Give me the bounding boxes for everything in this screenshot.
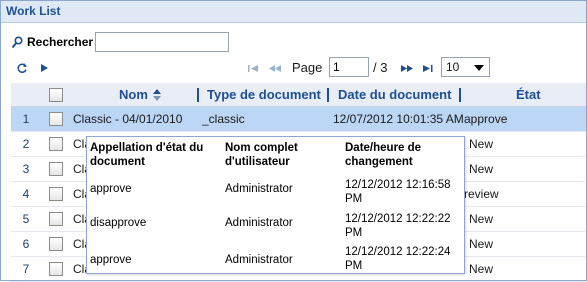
refresh-icon[interactable] <box>13 58 31 78</box>
popup-cell-date: 12/12/2012 12:16:58 <box>345 179 451 191</box>
sort-icon[interactable] <box>153 89 161 101</box>
row-state: approve <box>464 112 508 126</box>
row-number: 3 <box>22 162 30 176</box>
row-state: New <box>469 162 494 176</box>
chevron-down-icon <box>474 65 484 71</box>
popup-header-date: Date/heure de <box>345 142 422 154</box>
popup-cell-state: approve <box>90 183 132 195</box>
row-number: 7 <box>22 262 30 276</box>
pager-toolbar: Page / 3 <box>1 56 586 80</box>
row-number: 2 <box>22 137 30 151</box>
column-header-doc-type[interactable]: Type de document <box>207 83 321 107</box>
column-header-name[interactable]: Nom <box>119 83 148 107</box>
last-page-icon[interactable] <box>419 58 435 78</box>
table-header: Nom Type de document Date du document Ét… <box>11 83 586 107</box>
popup-cell-user: Administrator <box>225 183 293 195</box>
row-state: New <box>469 137 494 151</box>
popup-cell-date: 12/12/2012 12:22:24 <box>345 246 451 258</box>
row-number: 1 <box>22 112 30 126</box>
row-doc-date: 12/07/2012 10:01:35 AM <box>333 112 463 126</box>
column-header-state[interactable]: État <box>516 83 541 107</box>
row-checkbox[interactable] <box>49 137 63 151</box>
search-label: Rechercher <box>27 35 94 49</box>
panel-title: Work List <box>6 4 61 18</box>
worklist-panel: Work List Rechercher Page / 3 1 10 Nom T… <box>0 0 587 282</box>
panel-titlebar: Work List <box>1 1 586 23</box>
page-size-select[interactable]: 10 <box>441 57 490 77</box>
page-total: / 3 <box>373 60 388 75</box>
popup-cell-date: 12/12/2012 12:22:22 <box>345 213 451 225</box>
popup-header-date-2: changement <box>345 156 413 168</box>
popup-cell-state: approve <box>90 254 132 266</box>
popup-cell-date-2: PM <box>345 227 363 239</box>
popup-header-user: Nom complet <box>225 142 298 154</box>
play-icon[interactable] <box>37 58 51 78</box>
popup-cell-date-2: PM <box>345 193 363 205</box>
column-header-doc-date[interactable]: Date du document <box>338 83 451 107</box>
popup-cell-user: Administrator <box>225 217 293 229</box>
column-separator[interactable] <box>197 88 199 102</box>
row-doc-type: _classic <box>202 112 245 126</box>
column-separator[interactable] <box>459 88 461 102</box>
search-row: Rechercher <box>11 32 230 52</box>
popup-cell-user: Administrator <box>225 254 293 266</box>
prev-page-icon[interactable] <box>266 58 284 78</box>
row-name[interactable]: Classic - 04/01/2010 <box>73 107 193 132</box>
row-checkbox[interactable] <box>49 237 63 251</box>
column-separator[interactable] <box>327 88 329 102</box>
search-input[interactable] <box>95 32 230 52</box>
page-size-value: 10 <box>446 60 460 74</box>
state-history-popup: Appellation d'état du document Nom compl… <box>86 136 465 274</box>
row-checkbox[interactable] <box>49 162 63 176</box>
next-page-icon[interactable] <box>397 58 415 78</box>
table-row[interactable]: 1 Classic - 04/01/2010 _classic 12/07/20… <box>11 107 586 132</box>
row-state: New <box>469 262 494 276</box>
row-checkbox[interactable] <box>49 262 63 276</box>
select-all-checkbox[interactable] <box>49 88 63 102</box>
search-icon[interactable] <box>11 35 23 49</box>
row-checkbox[interactable] <box>49 212 63 226</box>
popup-header-state-2: document <box>90 156 145 168</box>
popup-cell-state: disapprove <box>90 217 147 229</box>
row-state: New <box>469 212 494 226</box>
popup-cell-date-2: PM <box>345 260 363 272</box>
row-checkbox[interactable] <box>49 187 63 201</box>
row-number: 5 <box>22 212 30 226</box>
popup-header-user-2: d'utilisateur <box>225 156 290 168</box>
page-number-input[interactable] <box>329 57 369 77</box>
row-state: review <box>464 187 499 201</box>
row-number: 6 <box>22 237 30 251</box>
row-number: 4 <box>22 187 30 201</box>
first-page-icon[interactable] <box>245 58 261 78</box>
page-label: Page <box>292 60 323 75</box>
row-checkbox[interactable] <box>49 112 63 126</box>
row-state: New <box>469 237 494 251</box>
popup-header-state: Appellation d'état du <box>90 142 204 154</box>
